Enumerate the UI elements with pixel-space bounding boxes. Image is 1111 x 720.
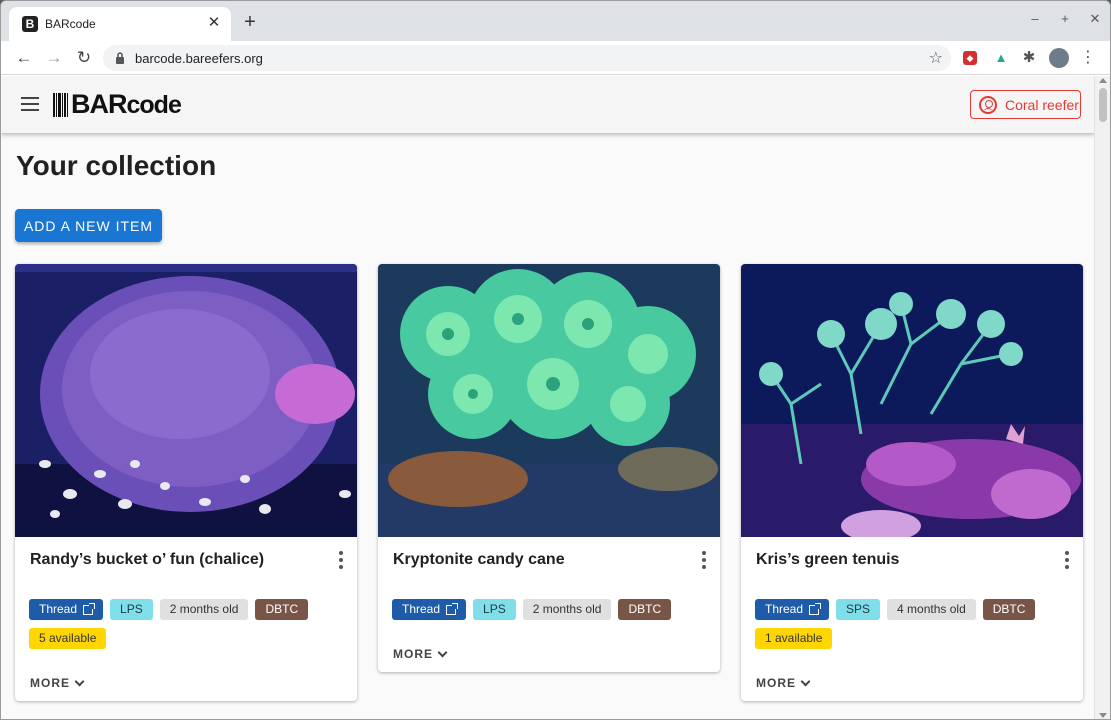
card-title: Randy’s bucket o’ fun (chalice) (30, 551, 265, 568)
external-link-icon (83, 602, 96, 615)
coral-card: Kryptonite candy cane Thread LPS 2 month… (378, 264, 720, 672)
more-options-icon[interactable] (338, 551, 344, 569)
age-chip: 2 months old (522, 599, 612, 620)
tab-title: BARcode (45, 17, 96, 31)
lock-icon (116, 52, 124, 64)
page-title: Your collection (16, 150, 217, 181)
age-chip: 4 months old (887, 599, 976, 620)
scroll-thumb[interactable] (1099, 88, 1107, 122)
add-new-item-button[interactable]: ADD A NEW ITEM (15, 209, 162, 242)
forward-arrow-icon[interactable]: → (43, 47, 65, 69)
tab-strip: B BARcode ✕ + – + ✕ (1, 1, 1110, 41)
scroll-down-icon[interactable] (1099, 713, 1107, 718)
coral-card: Randy’s bucket o’ fun (chalice) Thread L… (15, 264, 357, 701)
back-arrow-icon[interactable]: ← (13, 47, 35, 69)
card-chips: Thread LPS 2 months old DBTC (392, 599, 702, 620)
browser-toolbar: ← → ↻ barcode.bareefers.org ☆ ◆ ▲ ✱ ⋮ (1, 41, 1110, 75)
coral-photo-chalice[interactable] (15, 264, 357, 537)
category-chip: SPS (836, 599, 881, 620)
tab-close-icon[interactable]: ✕ (205, 14, 223, 32)
profile-button[interactable]: Coral reefer (970, 90, 1081, 119)
card-chips: Thread SPS 4 months old DBTC 1 available (755, 599, 1065, 649)
dbtc-chip: DBTC (618, 599, 672, 620)
browser-window: B BARcode ✕ + – + ✕ ← → ↻ barcode.bareef… (0, 0, 1111, 720)
new-tab-button[interactable]: + (239, 11, 261, 33)
more-options-icon[interactable] (701, 551, 707, 569)
extensions-puzzle-icon[interactable]: ✱ (1020, 49, 1038, 67)
window-controls: – + ✕ (1028, 11, 1102, 27)
barcode-logo[interactable]: BARcode (53, 88, 182, 119)
chevron-down-icon (74, 676, 85, 686)
maximize-icon[interactable]: + (1058, 11, 1072, 27)
page-scrollbar[interactable] (1094, 76, 1110, 719)
thread-link-chip[interactable]: Thread (755, 599, 830, 620)
app-bar: BARcode Coral reefer (1, 76, 1095, 133)
thread-link-chip[interactable]: Thread (392, 599, 467, 620)
availability-chip: 5 available (29, 628, 107, 649)
chevron-down-icon (437, 647, 448, 657)
logo-text: BARcode (71, 88, 182, 119)
category-chip: LPS (473, 599, 516, 620)
reload-icon[interactable]: ↻ (73, 47, 95, 69)
category-chip: LPS (110, 599, 153, 620)
vue-extension-icon[interactable]: ▲ (992, 49, 1010, 67)
more-options-icon[interactable] (1064, 551, 1070, 569)
thread-link-chip[interactable]: Thread (29, 599, 104, 620)
chevron-down-icon (800, 676, 811, 686)
url-text: barcode.bareefers.org (135, 51, 263, 66)
barcode-bars-icon (53, 92, 69, 117)
barcode-favicon-icon: B (22, 16, 38, 32)
browser-tab[interactable]: B BARcode ✕ (9, 7, 231, 41)
availability-chip: 1 available (755, 628, 833, 649)
external-link-icon (809, 602, 822, 615)
more-button[interactable]: MORE (30, 676, 85, 690)
hamburger-menu-icon[interactable] (21, 97, 39, 111)
coral-card: Kris’s green tenuis Thread SPS 4 months … (741, 264, 1083, 701)
profile-button-label: Coral reefer (1005, 96, 1079, 113)
external-link-icon (446, 602, 459, 615)
address-bar[interactable]: barcode.bareefers.org ☆ (103, 45, 951, 71)
account-circle-icon (979, 95, 997, 114)
pocket-extension-icon[interactable]: ◆ (963, 51, 977, 65)
page-content: BARcode Coral reefer Your collection ADD… (1, 76, 1095, 719)
bookmark-star-icon[interactable]: ☆ (929, 48, 943, 68)
profile-avatar-icon[interactable] (1049, 48, 1069, 68)
age-chip: 2 months old (159, 599, 249, 620)
browser-menu-icon[interactable]: ⋮ (1079, 49, 1097, 67)
minimize-icon[interactable]: – (1028, 11, 1042, 27)
more-button[interactable]: MORE (393, 647, 448, 661)
dbtc-chip: DBTC (982, 599, 1036, 620)
more-button[interactable]: MORE (756, 676, 811, 690)
coral-photo-tenuis[interactable] (741, 264, 1083, 542)
close-window-icon[interactable]: ✕ (1088, 11, 1102, 27)
card-title: Kris’s green tenuis (756, 551, 900, 568)
card-chips: Thread LPS 2 months old DBTC 5 available (29, 599, 339, 649)
card-title: Kryptonite candy cane (393, 551, 565, 568)
coral-photo-candy-cane[interactable] (378, 264, 720, 537)
scroll-up-icon[interactable] (1099, 78, 1107, 83)
dbtc-chip: DBTC (255, 599, 309, 620)
